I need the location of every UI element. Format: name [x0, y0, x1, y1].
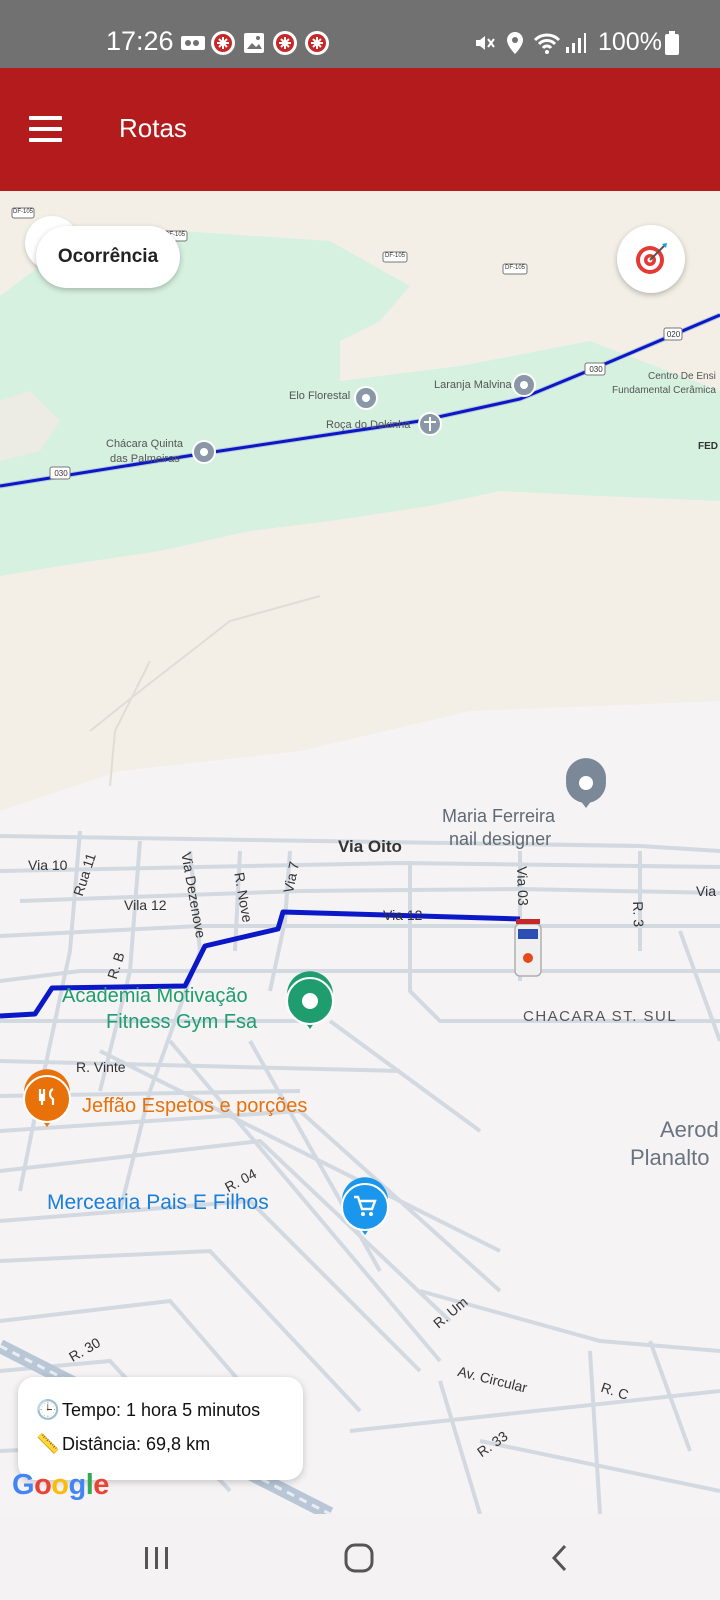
app-bar: Rotas [0, 68, 720, 191]
area-label: Aerod [660, 1117, 719, 1142]
street-label: Via 03 [514, 866, 532, 906]
status-bar: 17:26 100% [0, 0, 720, 68]
occurrence-button[interactable]: Ocorrência [36, 226, 180, 288]
poi-label: Fundamental Cerâmica [612, 385, 716, 396]
route-time-row: 🕒 Tempo: 1 hora 5 minutos [36, 1393, 303, 1427]
recents-icon [145, 1547, 168, 1569]
route-time-text: Tempo: 1 hora 5 minutos [62, 1399, 261, 1420]
google-logo: Google [12, 1469, 109, 1501]
poi-label: Chácara Quinta [106, 438, 184, 450]
street-label: Via 10 [28, 857, 68, 873]
road-shield: 020 [666, 330, 681, 339]
poi-label: Laranja Malvina [434, 379, 512, 391]
recents-button[interactable] [127, 1536, 187, 1580]
battery-icon [664, 30, 680, 56]
status-time: 17:26 [106, 26, 174, 56]
area-label: Planalto [630, 1145, 710, 1170]
screen: 17:26 100% Rotas Elo Florestal Laranja M… [0, 0, 720, 1600]
street-label: Via [696, 883, 716, 899]
poi-label: Fitness Gym Fsa [106, 1011, 258, 1033]
street-label: Via Oito [338, 837, 402, 856]
poi-label: Academia Motivação [62, 985, 248, 1007]
home-icon [344, 1543, 374, 1573]
signal-icon [564, 30, 588, 56]
poi-label: das Palmeiras [110, 453, 180, 465]
poi-label: nail designer [449, 829, 552, 849]
road-shield: 030 [589, 365, 603, 374]
route-info-card: 🕒 Tempo: 1 hora 5 minutos 📏 Distância: 6… [18, 1377, 303, 1480]
street-label: R. 3 [630, 901, 647, 928]
voicemail-icon [180, 30, 206, 56]
back-icon [551, 1544, 567, 1572]
hamburger-icon [28, 116, 62, 120]
home-button[interactable] [329, 1536, 389, 1580]
poi-label: Roça do Dokinha [326, 419, 411, 431]
poi-label: Maria Ferreira [442, 806, 556, 826]
back-button[interactable] [530, 1536, 590, 1580]
app-badge-icon [304, 30, 330, 56]
recenter-button[interactable] [617, 225, 685, 293]
battery-percentage: 100% [598, 28, 662, 56]
poi-label: Elo Florestal [289, 390, 351, 402]
page-title: Rotas [119, 113, 187, 143]
poi-pin[interactable] [192, 440, 216, 464]
street-label: R. Vinte [76, 1059, 126, 1075]
map-view[interactable]: Elo Florestal Laranja Malvina Roça do Do… [0, 191, 720, 1514]
target-icon [636, 243, 667, 274]
road-shield: DF-105 [12, 209, 33, 215]
wifi-icon [532, 30, 562, 56]
app-badge-icon [210, 30, 236, 56]
poi-label: Jeffão Espetos e porções [82, 1095, 308, 1117]
route-distance-row: 📏 Distância: 69,8 km [36, 1427, 303, 1461]
ruler-icon: 📏 [36, 1434, 60, 1455]
gallery-icon [242, 30, 266, 56]
app-badge-icon [272, 30, 298, 56]
system-nav-bar [0, 1514, 720, 1600]
ambulance-icon[interactable] [514, 919, 542, 977]
poi-pin[interactable] [512, 373, 536, 397]
street-label: Via 12 [383, 907, 423, 923]
location-icon [504, 30, 526, 56]
street-label: Vila 12 [124, 897, 167, 913]
road-shield: 030 [54, 469, 68, 478]
poi-label: Centro De Ensi [648, 371, 716, 382]
poi-pin[interactable] [418, 412, 442, 436]
mute-icon [472, 30, 498, 56]
area-label: CHACARA ST. SUL [523, 1008, 678, 1025]
poi-label: Mercearia Pais E Filhos [47, 1191, 269, 1214]
road-shield: DF-105 [384, 253, 405, 259]
menu-button[interactable] [20, 104, 70, 154]
route-distance-text: Distância: 69,8 km [62, 1433, 211, 1454]
map-label: FED [698, 441, 718, 452]
clock-icon: 🕒 [36, 1400, 60, 1421]
road-shield: DF-105 [504, 265, 525, 271]
poi-pin[interactable] [354, 386, 378, 410]
